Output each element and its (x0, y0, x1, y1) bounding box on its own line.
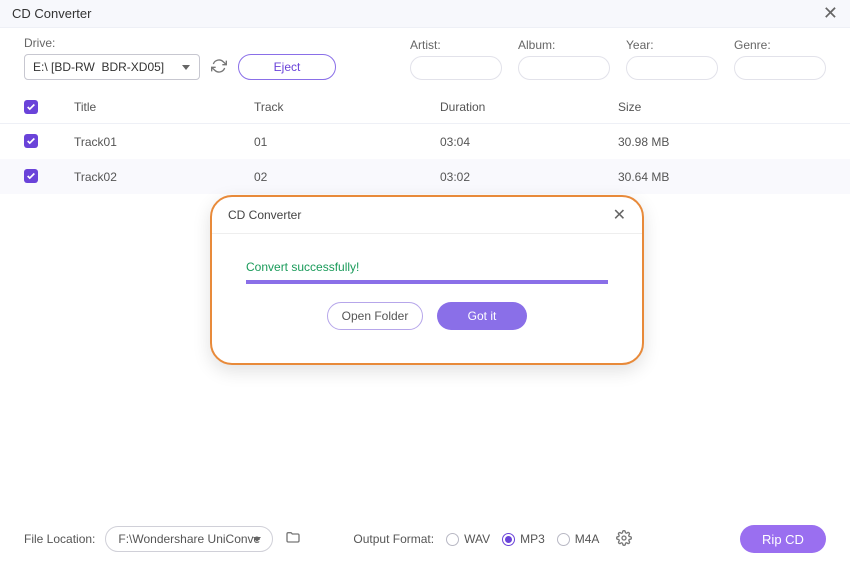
cell-title: Track02 (74, 170, 254, 184)
table-header: Title Track Duration Size (0, 92, 850, 124)
modal-title: CD Converter (228, 208, 301, 222)
output-format-group: Output Format: WAV MP3 M4A (353, 530, 633, 548)
file-location-wrap (105, 526, 273, 552)
format-radio-mp3[interactable]: MP3 (502, 532, 545, 546)
year-column: Year: (626, 38, 718, 80)
format-radio-wav[interactable]: WAV (446, 532, 490, 546)
drive-label: Drive: (24, 36, 336, 50)
genre-column: Genre: (734, 38, 826, 80)
header-checkbox[interactable] (24, 100, 74, 115)
header-title: Title (74, 100, 254, 115)
artist-label: Artist: (410, 38, 502, 52)
drive-select-wrap (24, 54, 200, 80)
album-input[interactable] (518, 56, 610, 80)
header-size: Size (618, 100, 826, 115)
modal-footer: Open Folder Got it (246, 284, 608, 330)
artist-input[interactable] (410, 56, 502, 80)
row-checkbox[interactable] (24, 134, 74, 149)
header-duration: Duration (440, 100, 618, 115)
close-icon[interactable]: ✕ (823, 3, 838, 24)
window-title: CD Converter (12, 6, 91, 21)
title-bar: CD Converter ✕ (0, 0, 850, 28)
cell-title: Track01 (74, 135, 254, 149)
track-table: Title Track Duration Size Track01 01 03:… (0, 92, 850, 194)
drive-column: Drive: Eject (24, 36, 336, 80)
row-checkbox[interactable] (24, 169, 74, 184)
album-column: Album: (518, 38, 610, 80)
modal-body: Convert successfully! Open Folder Got it (212, 234, 642, 340)
got-it-button[interactable]: Got it (437, 302, 527, 330)
modal-header: CD Converter ✕ (212, 197, 642, 234)
drive-select[interactable] (24, 54, 200, 80)
top-controls: Drive: Eject Artist: Album: Year: Genre: (0, 28, 850, 92)
format-radio-m4a[interactable]: M4A (557, 532, 600, 546)
success-message: Convert successfully! (246, 260, 608, 274)
year-input[interactable] (626, 56, 718, 80)
metadata-fields: Artist: Album: Year: Genre: (410, 38, 826, 80)
cell-duration: 03:04 (440, 135, 618, 149)
success-modal: CD Converter ✕ Convert successfully! Ope… (210, 195, 644, 365)
cell-track: 02 (254, 170, 440, 184)
file-location-select[interactable] (105, 526, 273, 552)
format-label-m4a: M4A (575, 532, 600, 546)
bottom-bar: File Location: Output Format: WAV MP3 M4… (0, 516, 850, 562)
format-label-mp3: MP3 (520, 532, 545, 546)
refresh-button[interactable] (208, 55, 230, 77)
browse-folder-button[interactable] (283, 530, 303, 548)
artist-column: Artist: (410, 38, 502, 80)
eject-button[interactable]: Eject (238, 54, 336, 80)
table-row[interactable]: Track02 02 03:02 30.64 MB (0, 159, 850, 194)
format-label-wav: WAV (464, 532, 490, 546)
file-location-label: File Location: (24, 532, 95, 546)
modal-close-icon[interactable]: ✕ (613, 205, 626, 225)
table-row[interactable]: Track01 01 03:04 30.98 MB (0, 124, 850, 159)
open-folder-button[interactable]: Open Folder (327, 302, 423, 330)
cell-duration: 03:02 (440, 170, 618, 184)
year-label: Year: (626, 38, 718, 52)
cell-track: 01 (254, 135, 440, 149)
header-track: Track (254, 100, 440, 115)
album-label: Album: (518, 38, 610, 52)
cell-size: 30.98 MB (618, 135, 826, 149)
gear-icon (616, 530, 632, 546)
output-format-label: Output Format: (353, 532, 434, 546)
genre-input[interactable] (734, 56, 826, 80)
folder-icon (284, 530, 302, 546)
format-settings-button[interactable] (615, 530, 633, 548)
cell-size: 30.64 MB (618, 170, 826, 184)
genre-label: Genre: (734, 38, 826, 52)
refresh-icon (211, 58, 227, 74)
rip-cd-button[interactable]: Rip CD (740, 525, 826, 553)
